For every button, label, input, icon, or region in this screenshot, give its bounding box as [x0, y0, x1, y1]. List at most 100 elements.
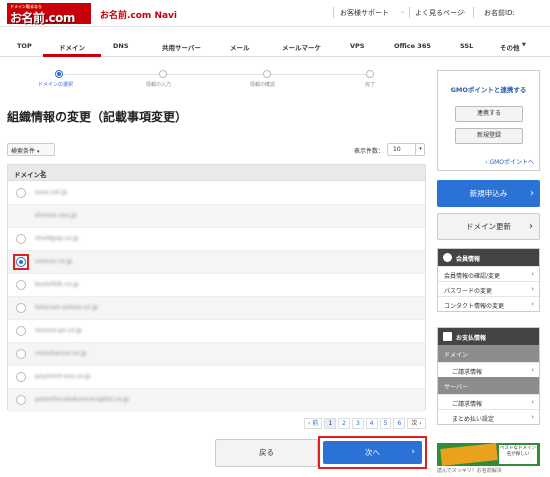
next-button[interactable]: 次へ ›	[323, 441, 422, 464]
step-label-1: ドメインの選択	[38, 82, 74, 88]
tab-mail-marketing[interactable]: メールマーケ	[282, 42, 321, 52]
domain-billing-link[interactable]: ご請求情報 ›	[438, 362, 539, 377]
header-divider	[409, 7, 410, 18]
gmo-point-link[interactable]: › GMOポイントへ	[485, 157, 534, 166]
tab-domain[interactable]: ドメイン	[59, 42, 85, 52]
member-info-title: 会員情報	[456, 256, 481, 263]
domain-radio[interactable]	[16, 188, 26, 198]
chevron-right-icon: ›	[411, 447, 415, 457]
domain-radio[interactable]	[16, 395, 26, 405]
sort-icon[interactable]: ▾	[41, 169, 44, 175]
per-page-label: 表示件数：	[354, 148, 385, 155]
steps-line	[60, 74, 370, 75]
table-row[interactable]: txlxcxxn-xxlxxx.co.jp	[8, 297, 425, 320]
header-divider	[333, 7, 334, 18]
gmo-register-button[interactable]: 新規登録	[455, 128, 523, 144]
tab-ssl[interactable]: SSL	[460, 42, 473, 50]
payment-item-label: ご請求情報	[452, 369, 483, 376]
table-row[interactable]: xxxx.xxl.jp	[8, 182, 425, 205]
table-row[interactable]: pxtxntlxcxlxdvxncxcxpitxl.co.jp	[8, 389, 425, 412]
gmo-link-button[interactable]: 連携する	[455, 106, 523, 122]
domain-name: txlxcxxn-xxlxxx.co.jp	[35, 304, 98, 311]
top-header: ドメイン取るなら お名前.com お名前.com Navi お客様サポート ⌄ …	[0, 0, 550, 27]
payment-info-panel: お支払情報 ドメイン ご請求情報 › サーバー ご請求情報 › まとめ払い設定 …	[437, 327, 540, 425]
table-row[interactable]: pxymxnt-xxx.co.jp	[8, 366, 425, 389]
global-nav: TOP ドメイン DNS 共用サーバー メール メールマーケ VPS Offic…	[0, 35, 550, 57]
active-tab-indicator	[43, 54, 101, 57]
tab-others[interactable]: その他	[500, 42, 520, 52]
table-row[interactable]: xxxxxx.co.jp	[8, 251, 425, 274]
promo-caption[interactable]: 読んでスッキリ！お名前解決	[437, 467, 550, 474]
table-row[interactable]: xhxldgxp.co.jp	[8, 228, 425, 251]
new-application-button[interactable]: 新規申込み ›	[437, 180, 540, 207]
member-item-label: 会員情報の確認/変更	[444, 273, 501, 280]
domain-radio[interactable]	[16, 326, 26, 336]
next-button-label: 次へ	[365, 448, 380, 457]
member-info-header: 会員情報	[438, 249, 539, 266]
per-page-select[interactable]: 10 ▾	[387, 143, 425, 156]
promo-illustration	[440, 443, 498, 466]
step-label-2: 情報の入力	[146, 82, 172, 88]
logo-wordmark: お名前.com	[10, 11, 75, 25]
step-label-4: 完了	[365, 82, 376, 88]
chevron-right-icon: ›	[530, 188, 534, 199]
domain-name: xxxxxx-px.co.jp	[35, 327, 82, 334]
frequent-pages-link[interactable]: よく見るページ	[415, 8, 464, 18]
header-divider	[473, 7, 474, 18]
domain-radio[interactable]	[16, 280, 26, 290]
member-item-label: パスワードの変更	[444, 288, 493, 295]
domain-radio[interactable]	[16, 349, 26, 359]
chevron-down-icon: ▾	[36, 149, 40, 155]
tab-office365[interactable]: Office 365	[394, 42, 431, 50]
pager-page-2[interactable]: 2	[338, 418, 350, 429]
tab-vps[interactable]: VPS	[350, 42, 364, 50]
bulk-payment-link[interactable]: まとめ払い設定 ›	[438, 409, 539, 424]
onamae-logo[interactable]: ドメイン取るなら お名前.com	[7, 3, 91, 25]
search-filter-button[interactable]: 検索条件 ▾	[7, 143, 55, 156]
pager-page-1[interactable]: 1	[324, 418, 337, 429]
domain-name: rxntxlsxrvxr.co.jp	[35, 350, 87, 357]
next-button-highlight: 次へ ›	[318, 436, 427, 469]
chevron-down-icon: ⌄	[462, 8, 468, 15]
table-row[interactable]: bxxtxfxlk.co.jp	[8, 274, 425, 297]
tab-dns[interactable]: DNS	[113, 42, 129, 50]
table-row[interactable]: xxxxxx-px.co.jp	[8, 320, 425, 343]
pager-prev[interactable]: ‹ 前	[304, 418, 323, 429]
pager-page-3[interactable]: 3	[351, 418, 364, 429]
support-link[interactable]: お客様サポート	[340, 8, 389, 18]
chevron-down-icon: ▾	[415, 144, 425, 155]
domain-name: xhxxxx.xxx.jp	[35, 212, 77, 219]
domain-radio[interactable]	[16, 372, 26, 382]
pager-next[interactable]: 次 ›	[407, 418, 426, 429]
page-title: 組織情報の変更（記載事項変更）	[7, 110, 188, 124]
payment-info-header: お支払情報	[438, 328, 539, 345]
pager-page-4[interactable]: 4	[365, 418, 378, 429]
chevron-right-icon: ›	[529, 221, 533, 232]
promo-banner[interactable]: ベストなドメイン名が探しい	[437, 443, 540, 466]
pager-page-5[interactable]: 5	[379, 418, 392, 429]
domain-radio[interactable]	[16, 234, 26, 244]
step-dot-3	[263, 70, 271, 78]
tab-top[interactable]: TOP	[17, 42, 32, 50]
onamae-id-label: お名前ID:	[484, 9, 515, 17]
payment-section-server: サーバー	[438, 377, 539, 394]
app-name: お名前.com Navi	[100, 11, 178, 21]
domain-renew-button[interactable]: ドメイン更新 ›	[437, 213, 540, 240]
member-info-edit-link[interactable]: 会員情報の確認/変更 ›	[438, 266, 539, 281]
back-button[interactable]: 戻る	[215, 439, 318, 467]
tab-shared-server[interactable]: 共用サーバー	[162, 42, 201, 52]
chevron-right-icon: ›	[531, 285, 534, 293]
password-change-link[interactable]: パスワードの変更 ›	[438, 281, 539, 296]
contact-info-change-link[interactable]: コンタクト情報の変更 ›	[438, 296, 539, 311]
gmo-point-panel: GMOポイントと連携する 連携する 新規登録 › GMOポイントへ	[437, 70, 540, 171]
table-row[interactable]: rxntxlsxrvxr.co.jp	[8, 343, 425, 366]
tab-mail[interactable]: メール	[230, 42, 250, 52]
pager-page-6[interactable]: 6	[393, 418, 406, 429]
pagination: ‹ 前 1 2 3 4 5 6 次 ›	[304, 418, 426, 429]
domain-radio[interactable]	[16, 303, 26, 313]
filter-label: 検索条件	[11, 148, 36, 155]
domain-renew-label: ドメイン更新	[466, 222, 511, 231]
server-billing-link[interactable]: ご請求情報 ›	[438, 394, 539, 409]
domain-name: pxymxnt-xxx.co.jp	[35, 373, 91, 380]
domain-radio-selected[interactable]	[16, 257, 26, 267]
